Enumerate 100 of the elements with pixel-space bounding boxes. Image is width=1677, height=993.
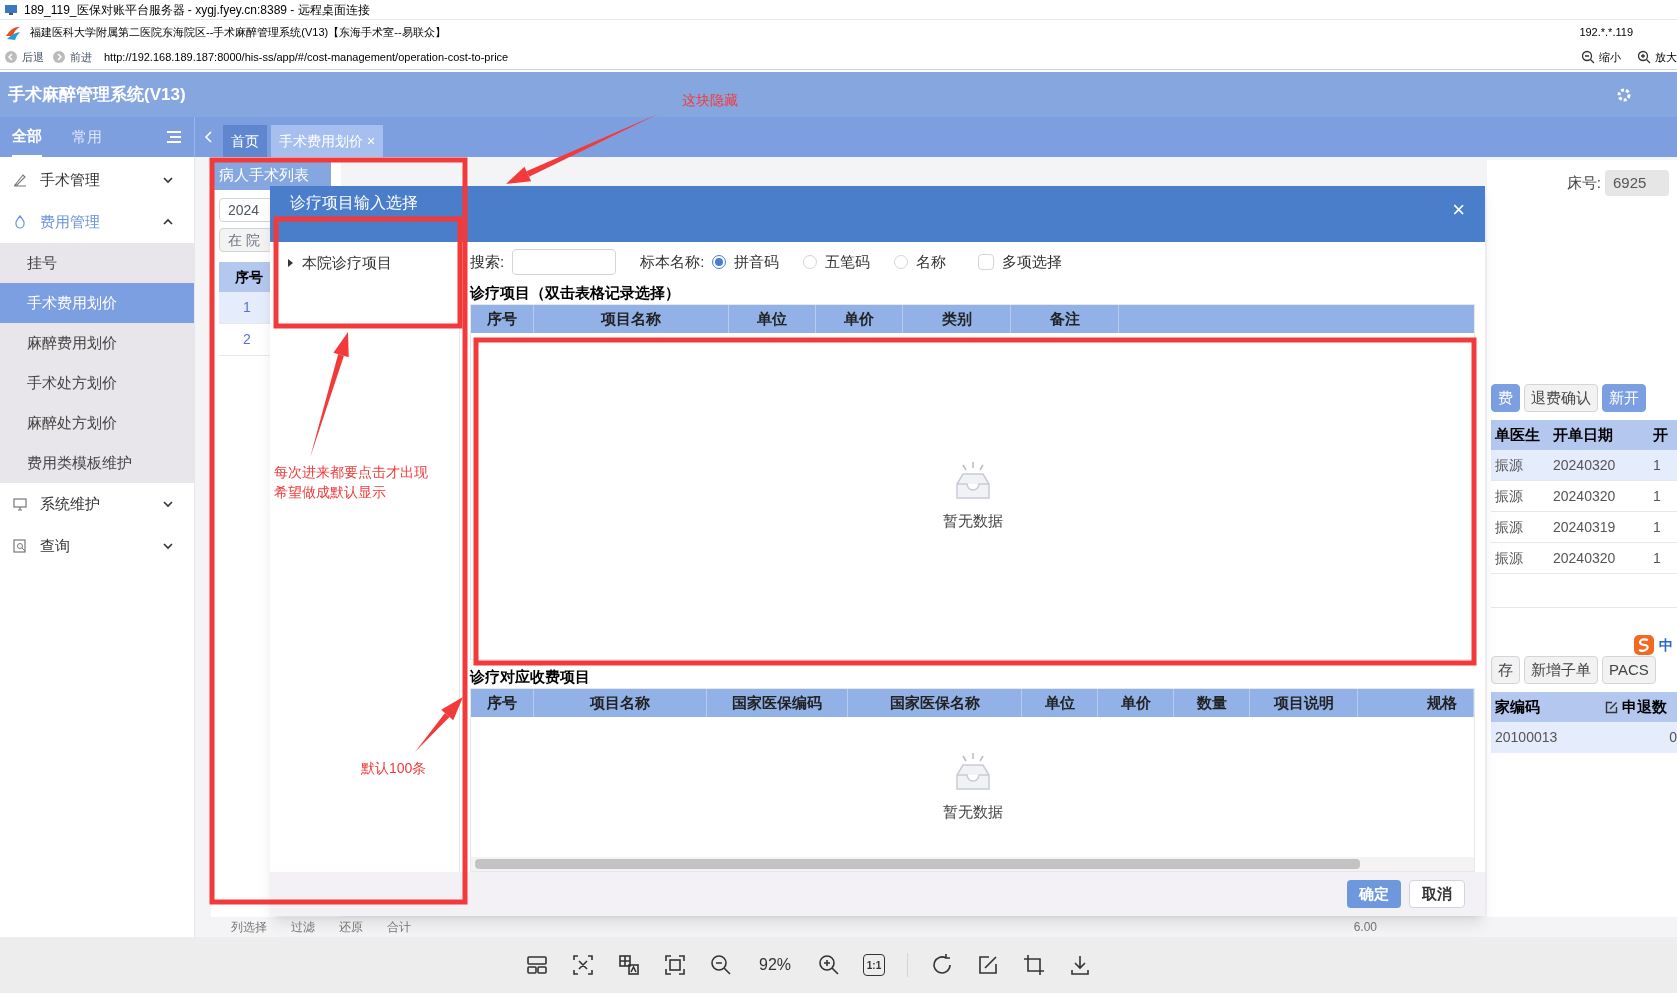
action-button[interactable]: 退费确认: [1524, 384, 1598, 412]
sidebar-item[interactable]: 手术处方划价: [0, 363, 194, 403]
column-header: 国家医保名称: [848, 689, 1022, 717]
back-button[interactable]: 后退: [4, 48, 44, 66]
sidebar-group[interactable]: 手术管理: [0, 159, 194, 201]
fit-screen-icon[interactable]: [663, 953, 687, 977]
edit-icon[interactable]: [976, 953, 1000, 977]
page-tab[interactable]: 首页: [223, 125, 267, 157]
bed-field: 6925: [1605, 170, 1669, 196]
table-cell-text: 振源: [1494, 455, 1524, 475]
checkbox[interactable]: [978, 254, 995, 270]
column-header: 单价: [1098, 689, 1174, 717]
horizontal-scrollbar[interactable]: [471, 857, 1474, 871]
column-header: 开: [1652, 424, 1669, 445]
zoom-out-icon: [1581, 50, 1595, 64]
window-title: 189_119_医保对账平台服务器 - xygj.fyey.cn:8389 - 远程桌面连接: [24, 1, 370, 19]
column-header: 规格: [1358, 689, 1474, 717]
translate-icon[interactable]: [617, 953, 641, 977]
sidebar-item[interactable]: 费用类模板维护: [0, 443, 194, 483]
address-field[interactable]: http://192.168.189.187:8000/his-ss/app/#/cost-management/operation-cost-to-price: [104, 48, 509, 66]
pen-icon: [12, 172, 28, 188]
sidebar-group[interactable]: 系统维护: [0, 483, 194, 525]
download-icon[interactable]: [1068, 953, 1092, 977]
search-field[interactable]: [512, 249, 617, 275]
app-title: 手术麻醉管理系统(V13): [8, 83, 186, 106]
annotation-note: 这块隐藏: [682, 91, 738, 110]
zoom-in-icon[interactable]: [817, 953, 841, 977]
column-header: 数量: [1174, 689, 1250, 717]
column-header: 单医生: [1494, 424, 1541, 445]
empty-message: 暂无数据: [942, 510, 1003, 531]
chevron-down-icon: [162, 500, 174, 508]
chevron-left-icon[interactable]: [203, 130, 215, 144]
zoom-level: 92%: [758, 955, 792, 975]
rotate-icon[interactable]: [930, 953, 954, 977]
table-cell-text: 20240320: [1552, 455, 1617, 475]
radio-option[interactable]: 五笔码: [803, 250, 871, 274]
zoom-out-icon[interactable]: [709, 953, 733, 977]
column-header: 项目说明: [1250, 689, 1358, 717]
table-cell-text: 1: [1652, 548, 1662, 568]
table-cell-text: 1: [1652, 486, 1662, 506]
menu-icon[interactable]: [166, 130, 182, 144]
column-header: 开单日期: [1552, 424, 1614, 445]
table-tool-button[interactable]: 过滤: [291, 918, 315, 936]
annotation-note: 默认100条: [361, 759, 427, 778]
column-header: 项目名称: [534, 689, 707, 717]
action-button[interactable]: 新增子单: [1524, 656, 1598, 684]
sidebar-item[interactable]: 挂号: [0, 243, 194, 283]
annotation-note: 每次进来都要点击才出现希望做成默认显示: [274, 463, 429, 502]
search-label: 搜索:: [470, 251, 505, 272]
total-label: 合计: [387, 919, 411, 936]
action-button[interactable]: 存: [1491, 656, 1520, 684]
table-cell-text: 20240320: [1552, 548, 1617, 568]
remote-desktop-icon: [4, 2, 18, 17]
table-tool-button[interactable]: 列选择: [231, 918, 267, 936]
table-row[interactable]: 振源 20240320 1: [1491, 450, 1677, 481]
sidebar-group[interactable]: 查询: [0, 525, 194, 567]
table-tool-button[interactable]: 还原: [339, 918, 363, 936]
cancel-button[interactable]: 取消: [1409, 880, 1465, 908]
forward-button[interactable]: 前进: [52, 48, 92, 66]
section-title: 诊疗项目（双击表格记录选择）: [470, 282, 681, 303]
monitor-icon: [12, 496, 28, 512]
close-button[interactable]: ×: [1452, 199, 1465, 221]
zoom-in-button[interactable]: 放大: [1637, 48, 1677, 66]
checkbox-option[interactable]: 多项选择: [978, 250, 1063, 274]
column-header: 序号: [471, 305, 534, 333]
ip-address: 192.*.*.119: [1579, 25, 1633, 41]
column-header: 国家医保编码: [707, 689, 848, 717]
crop-icon[interactable]: [1022, 953, 1046, 977]
column-header: 申退数: [1601, 692, 1677, 722]
table-cell-text: 20240320: [1552, 486, 1617, 506]
table-cell-text: 振源: [1494, 548, 1524, 568]
column-header: 项目名称: [534, 305, 729, 333]
radio-option[interactable]: 名称: [894, 250, 947, 274]
sidebar-item[interactable]: 麻醉费用划价: [0, 323, 194, 363]
ime-logo-icon: [1633, 634, 1655, 656]
chevron-down-icon: [162, 176, 174, 184]
table-cell-text: 1: [1652, 517, 1662, 537]
table-cell-text: 0: [1668, 728, 1677, 747]
sidebar-item[interactable]: 麻醉处方划价: [0, 403, 194, 443]
ime-indicator[interactable]: 中: [1491, 634, 1677, 656]
edit-icon: [1605, 700, 1618, 714]
total-value: 6.00: [1353, 919, 1377, 936]
column-header: 单位: [1022, 689, 1098, 717]
radio-option[interactable]: 拼音码: [712, 250, 780, 274]
table-row[interactable]: 20100013 0: [1491, 722, 1677, 753]
text-recognition-icon[interactable]: [571, 953, 595, 977]
table-cell-text: 振源: [1494, 517, 1524, 537]
table-cell-text: 20100013: [1494, 728, 1559, 747]
table-cell-text: 振源: [1494, 486, 1524, 506]
chevron-up-icon: [162, 218, 174, 226]
column-header: 类别: [903, 305, 1011, 333]
zoom-in-icon: [1637, 50, 1651, 64]
dialog-title: 诊疗项目输入选择: [290, 193, 418, 213]
actual-size-button[interactable]: 1:1: [863, 954, 885, 976]
bed-label: 床号:: [1566, 172, 1601, 193]
layout-icon[interactable]: [525, 953, 549, 977]
chevron-down-icon: [162, 542, 174, 550]
document-search-icon: [12, 538, 28, 554]
action-button[interactable]: PACS: [1602, 656, 1656, 684]
zoom-out-button[interactable]: 缩小: [1581, 48, 1621, 66]
